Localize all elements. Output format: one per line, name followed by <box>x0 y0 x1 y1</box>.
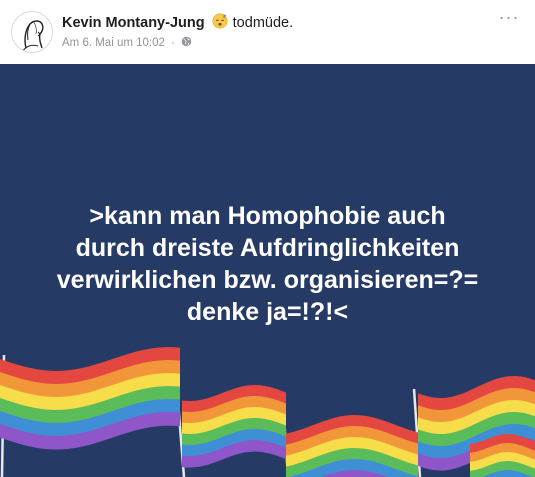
post-title-line: Kevin Montany-Jung todmüde. <box>62 13 293 31</box>
author-avatar[interactable] <box>11 11 53 53</box>
post-image-text: >kann man Homophobie auch durch dreiste … <box>0 200 535 328</box>
post-text-line: denke ja=!?!< <box>186 298 349 326</box>
post-image[interactable]: >kann man Homophobie auch durch dreiste … <box>0 64 535 477</box>
sleepy-face-emoji-icon <box>212 13 228 29</box>
post-meta: Am 6. Mai um 10:02 · <box>62 36 192 49</box>
post-text-line: durch dreiste Aufdringlichkeiten <box>75 234 460 262</box>
flag-stripes <box>0 347 535 477</box>
meta-separator: · <box>171 37 175 49</box>
feeling-text: todmüde. <box>232 15 294 31</box>
globe-icon[interactable] <box>181 36 192 47</box>
rainbow-flags <box>0 347 535 477</box>
avatar-sketch-icon <box>12 12 52 52</box>
facebook-post: Kevin Montany-Jung todmüde. Am 6. Mai um… <box>0 0 535 477</box>
more-options-button[interactable]: ··· <box>497 8 521 30</box>
author-name[interactable]: Kevin Montany-Jung <box>62 15 205 31</box>
post-timestamp[interactable]: Am 6. Mai um 10:02 <box>62 37 165 49</box>
post-text-line: verwirklichen bzw. organisieren=?= <box>56 266 479 294</box>
post-text-line: >kann man Homophobie auch <box>89 202 446 230</box>
post-header: Kevin Montany-Jung todmüde. Am 6. Mai um… <box>0 0 535 64</box>
